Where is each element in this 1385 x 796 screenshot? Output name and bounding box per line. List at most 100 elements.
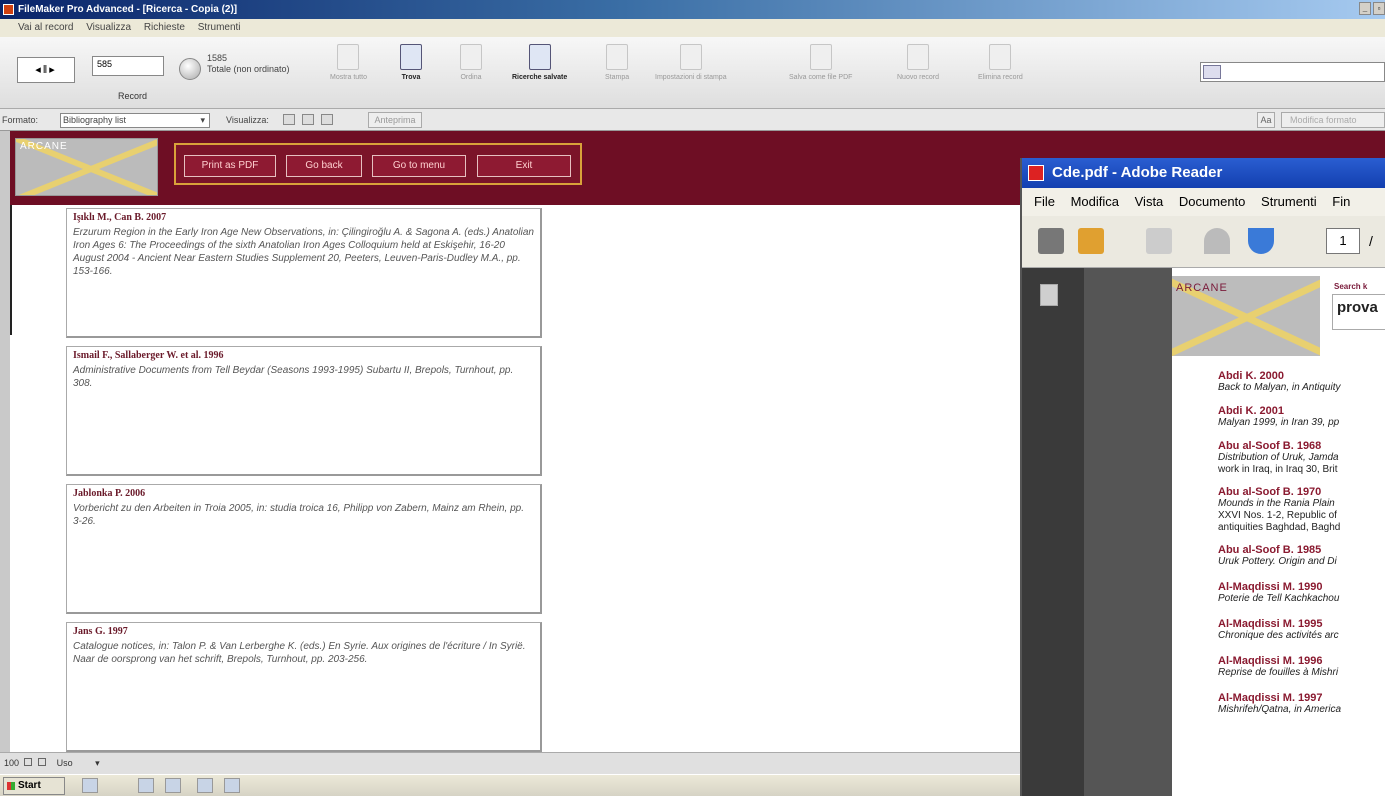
pdf-entry: Abdi K. 2001 Malyan 1999, in Iran 39, pp xyxy=(1218,405,1339,429)
reader-menu-tools[interactable]: Strumenti xyxy=(1261,194,1317,209)
show-all-button[interactable]: Mostra tutto xyxy=(330,44,367,81)
quick-find-field[interactable] xyxy=(1200,62,1385,82)
new-record-button[interactable]: Nuovo record xyxy=(897,44,939,81)
save-as-pdf-label: Salva come file PDF xyxy=(789,74,853,81)
logo-text: ARCANE xyxy=(20,141,68,152)
save-as-pdf-button[interactable]: Salva come file PDF xyxy=(789,44,852,81)
show-all-label: Mostra tutto xyxy=(330,74,367,81)
collaborate-icon[interactable] xyxy=(1078,228,1104,254)
record-number-field[interactable]: 585 xyxy=(92,56,164,76)
taskbar-filemaker-icon[interactable] xyxy=(224,778,240,793)
zoom-level[interactable]: 100 xyxy=(4,758,19,768)
mode-selector[interactable]: Uso xyxy=(57,758,73,768)
sort-icon xyxy=(460,44,482,70)
pdf-entry-author: Al-Maqdissi M. 1990 xyxy=(1218,581,1323,593)
select-icon[interactable] xyxy=(1146,228,1172,254)
print-button[interactable]: Stampa xyxy=(605,44,629,81)
pdf-entry: Al-Maqdissi M. 1996 Reprise de fouilles … xyxy=(1218,655,1338,679)
printer-icon[interactable] xyxy=(1038,228,1064,254)
zoom-out-icon[interactable] xyxy=(23,758,32,766)
menu-tools[interactable]: Strumenti xyxy=(198,22,241,33)
page-separator: / xyxy=(1369,233,1373,249)
layout-select[interactable]: Bibliography list ▾ xyxy=(60,113,210,128)
find-button[interactable]: Trova xyxy=(400,44,422,81)
pdf-entry: Al-Maqdissi M. 1995 Chronique des activi… xyxy=(1218,618,1339,642)
print-as-pdf-button[interactable]: Print as PDF xyxy=(184,155,276,177)
reader-menu-window[interactable]: Fin xyxy=(1332,194,1350,209)
quicklaunch-ie-icon[interactable] xyxy=(138,778,154,793)
pdf-entry: Abu al-Soof B. 1970 Mounds in the Rania … xyxy=(1218,486,1340,534)
previous-page-icon[interactable] xyxy=(1204,228,1230,254)
next-page-icon[interactable] xyxy=(1248,228,1274,254)
reader-menu-view[interactable]: Vista xyxy=(1135,194,1164,209)
text-format-button[interactable]: Aa xyxy=(1257,112,1275,128)
pdf-icon xyxy=(1028,165,1044,181)
pdf-entry-author: Abu al-Soof B. 1970 xyxy=(1218,486,1322,498)
exit-button[interactable]: Exit xyxy=(477,155,571,177)
quicklaunch-app-icon[interactable] xyxy=(165,778,181,793)
saved-finds-button[interactable]: Ricerche salvate xyxy=(512,44,567,81)
start-button[interactable]: Start xyxy=(3,777,65,795)
delete-record-button[interactable]: Elimina record xyxy=(978,44,1023,81)
menu-requests[interactable]: Richieste xyxy=(144,22,185,33)
reader-title: Cde.pdf - Adobe Reader xyxy=(1052,164,1223,181)
edit-layout-button[interactable]: Modifica formato xyxy=(1281,112,1385,128)
go-back-button[interactable]: Go back xyxy=(286,155,362,177)
record-citation: Catalogue notices, in: Talon P. & Van Le… xyxy=(73,641,526,665)
zoom-in-icon[interactable] xyxy=(38,758,47,766)
pdf-arcane-logo: ARCANE xyxy=(1172,276,1320,356)
record-navigation-book[interactable]: ◂‖▸ xyxy=(17,57,75,83)
reader-menu-edit[interactable]: Modifica xyxy=(1071,194,1119,209)
pdf-entry-text: Distribution of Uruk, Jamda xyxy=(1218,452,1339,463)
list-item[interactable]: Ismail F., Sallaberger W. et al. 1996 Ad… xyxy=(66,346,542,476)
restore-button[interactable]: ▫ xyxy=(1373,2,1385,15)
quicklaunch-folder-icon[interactable] xyxy=(82,778,98,793)
view-table-icon[interactable] xyxy=(321,114,333,125)
record-author: Jablonka P. 2006 xyxy=(73,488,146,499)
app-title: FileMaker Pro Advanced - [Ricerca - Copi… xyxy=(18,4,238,15)
view-form-icon[interactable] xyxy=(283,114,295,125)
view-list-icon[interactable] xyxy=(302,114,314,125)
find-label: Trova xyxy=(401,74,421,81)
record-citation: Administrative Documents from Tell Beyda… xyxy=(73,365,514,389)
preview-button[interactable]: Anteprima xyxy=(368,112,422,128)
pdf-entry: Abdi K. 2000 Back to Malyan, in Antiquit… xyxy=(1218,370,1340,394)
pdf-entry-text: Reprise de fouilles à Mishri xyxy=(1218,667,1339,678)
record-author: Ismail F., Sallaberger W. et al. 1996 xyxy=(73,350,224,361)
delete-record-icon xyxy=(989,44,1012,70)
arcane-logo: ARCANE xyxy=(15,138,158,196)
go-to-menu-button[interactable]: Go to menu xyxy=(372,155,466,177)
pdf-entry-text: Malyan 1999, in Iran 39, pp xyxy=(1218,417,1340,428)
menu-view[interactable]: Visualizza xyxy=(86,22,131,33)
pages-panel-icon[interactable] xyxy=(1040,284,1058,306)
found-set-pie-icon[interactable] xyxy=(179,58,201,80)
quicklaunch-media-icon[interactable] xyxy=(197,778,213,793)
pdf-logo-text: ARCANE xyxy=(1176,282,1228,294)
record-label: Record xyxy=(118,91,148,101)
pdf-entry-author: Abdi K. 2000 xyxy=(1218,370,1285,382)
found-count-info: 1585 Totale (non ordinato) xyxy=(207,53,290,75)
reader-menu-document[interactable]: Documento xyxy=(1179,194,1245,209)
filemaker-icon xyxy=(3,4,14,15)
minimize-button[interactable]: _ xyxy=(1359,2,1371,15)
pdf-page: ARCANE Search k prova Abdi K. 2000 Back … xyxy=(1172,268,1385,796)
adobe-reader-window: Cde.pdf - Adobe Reader File Modifica Vis… xyxy=(1020,158,1385,796)
menu-goto-record[interactable]: Vai al record xyxy=(18,22,73,33)
reader-menu-file[interactable]: File xyxy=(1034,194,1055,209)
sort-label: Ordina xyxy=(460,74,482,81)
pdf-entry: Al-Maqdissi M. 1997 Mishrifeh/Qatna, in … xyxy=(1218,692,1341,716)
list-item[interactable]: Jablonka P. 2006 Vorbericht zu den Arbei… xyxy=(66,484,542,614)
found-count: 1585 xyxy=(207,53,228,63)
list-item[interactable]: Jans G. 1997 Catalogue notices, in: Talo… xyxy=(66,622,542,752)
list-item[interactable]: Işıklı M., Can B. 2007 Erzurum Region in… xyxy=(66,208,542,338)
layout-value: Bibliography list xyxy=(63,115,127,125)
print-setup-button[interactable]: Impostazioni di stampa xyxy=(655,44,727,81)
reader-menu-bar: File Modifica Vista Documento Strumenti … xyxy=(1022,188,1385,216)
chevron-down-icon: ▾ xyxy=(200,115,205,125)
chevron-down-icon[interactable]: ▾ xyxy=(95,758,100,768)
page-number-input[interactable]: 1 xyxy=(1326,228,1360,254)
sort-button[interactable]: Ordina xyxy=(460,44,482,81)
record-author: Işıklı M., Can B. 2007 xyxy=(73,212,167,223)
app-title-bar: FileMaker Pro Advanced - [Ricerca - Copi… xyxy=(0,0,1385,19)
pdf-entry-text: work in Iraq, in Iraq 30, Brit xyxy=(1218,464,1338,475)
